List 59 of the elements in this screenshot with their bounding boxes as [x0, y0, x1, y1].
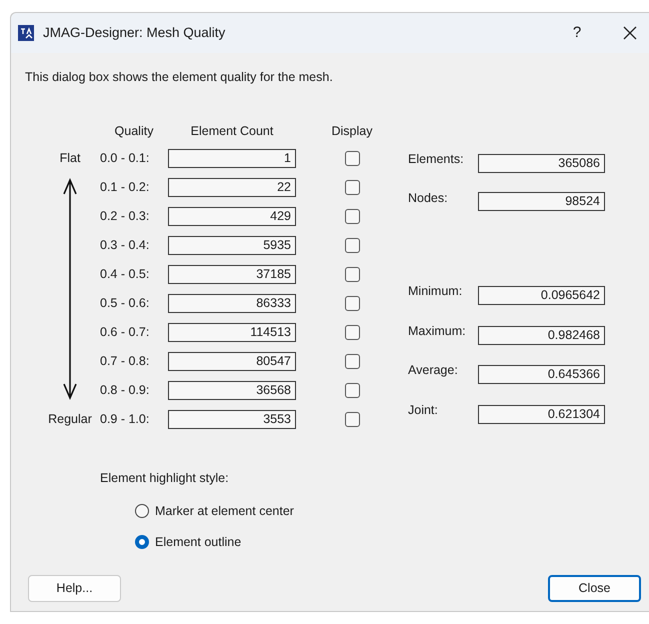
- display-checkbox[interactable]: [344, 238, 360, 253]
- help-button[interactable]: ?: [567, 22, 587, 44]
- display-header: Display: [330, 123, 374, 140]
- stat-label: Elements:: [408, 151, 465, 168]
- element-count-header: Element Count: [190, 123, 274, 140]
- quality-header: Quality: [114, 123, 154, 140]
- display-checkbox[interactable]: [344, 267, 360, 282]
- stat-field: 0.645366: [478, 365, 605, 384]
- quality-range-label: 0.9 - 1.0:: [100, 411, 150, 428]
- quality-range-label: 0.2 - 0.3:: [100, 208, 150, 226]
- quality-range-label: 0.6 - 0.7:: [100, 324, 150, 342]
- quality-range-label: 0.4 - 0.5:: [100, 266, 150, 284]
- window-title: JMAG-Designer: Mesh Quality: [43, 24, 226, 42]
- element-count-field: 86333: [168, 294, 296, 313]
- element-count-field: 1: [168, 149, 296, 168]
- quality-range-label: 0.8 - 0.9:: [100, 382, 150, 400]
- radio-button[interactable]: [135, 504, 149, 518]
- quality-range-label: 0.3 - 0.4:: [100, 237, 150, 254]
- stat-field: 0.621304: [478, 404, 605, 424]
- quality-range-label: 0.1 - 0.2:: [100, 179, 150, 196]
- element-count-field: 80547: [168, 352, 296, 371]
- help-button[interactable]: Help...: [28, 575, 121, 602]
- radio-button[interactable]: [135, 535, 149, 550]
- element-count-field: 429: [168, 207, 296, 226]
- stat-label: Minimum:: [408, 283, 464, 300]
- display-checkbox[interactable]: [344, 209, 360, 224]
- element-count-field: 36568: [168, 381, 296, 400]
- app-logo-icon: [18, 25, 34, 41]
- close-button[interactable]: Close: [548, 575, 641, 602]
- stat-label: Joint:: [408, 402, 439, 419]
- display-checkbox[interactable]: [344, 180, 360, 195]
- stat-label: Average:: [408, 362, 459, 380]
- option-label[interactable]: Element outline: [155, 532, 242, 552]
- option-label[interactable]: Marker at element center: [155, 502, 294, 521]
- stat-field: 365086: [478, 154, 605, 173]
- stat-label: Maximum:: [408, 322, 467, 340]
- regular-label: Regular: [48, 411, 92, 428]
- display-checkbox[interactable]: [344, 296, 360, 311]
- quality-range-label: 0.7 - 0.8:: [100, 353, 150, 370]
- stat-label: Nodes:: [408, 190, 449, 207]
- display-checkbox[interactable]: [344, 151, 360, 166]
- element-count-field: 37185: [168, 265, 296, 284]
- stat-field: 0.982468: [478, 326, 605, 345]
- description-text: This dialog box shows the element quality for the mesh.: [24, 69, 334, 86]
- flat-label: Flat: [60, 150, 80, 167]
- element-count-field: 22: [168, 178, 296, 197]
- highlight-style-label: Element highlight style:: [100, 470, 230, 487]
- display-checkbox[interactable]: [344, 412, 360, 427]
- close-icon[interactable]: [623, 26, 637, 40]
- quality-range-label: 0.5 - 0.6:: [100, 295, 150, 312]
- display-checkbox[interactable]: [344, 325, 360, 340]
- display-checkbox[interactable]: [344, 383, 360, 398]
- element-count-field: 114513: [168, 323, 296, 342]
- stat-field: 98524: [478, 192, 605, 212]
- display-checkbox[interactable]: [344, 354, 360, 369]
- element-count-field: 5935: [168, 236, 296, 255]
- element-count-field: 3553: [168, 410, 296, 429]
- stat-field: 0.0965642: [478, 286, 605, 306]
- quality-range-label: 0.0 - 0.1:: [100, 150, 150, 168]
